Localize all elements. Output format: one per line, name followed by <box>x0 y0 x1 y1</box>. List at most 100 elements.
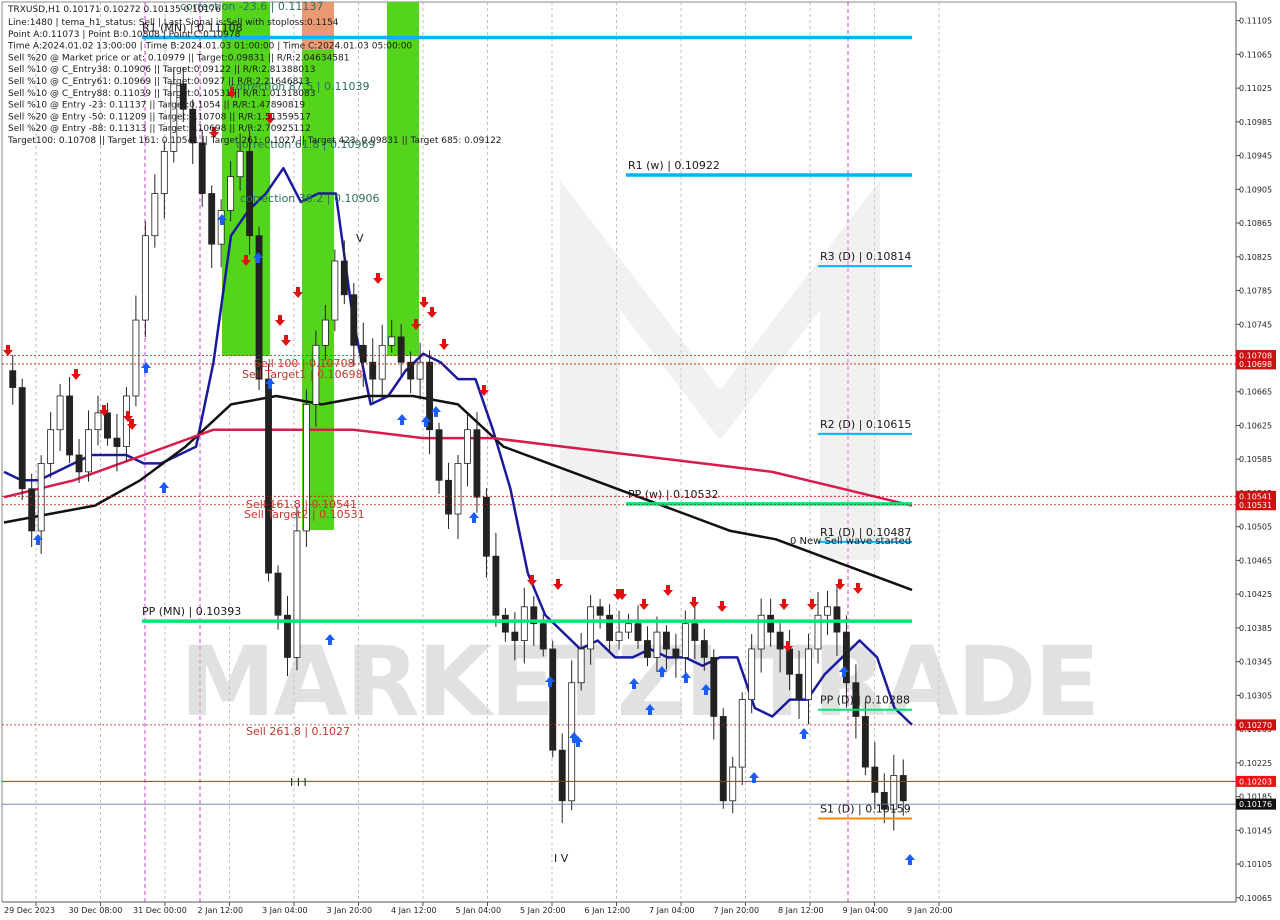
candle-body <box>85 429 92 473</box>
price-tag-label: 0.10698 <box>1239 360 1272 369</box>
watermark-text: MARKETZI TRADE <box>180 626 1100 738</box>
time-tick-label: 2 Jan 12:00 <box>198 906 244 915</box>
candle-body <box>208 193 216 245</box>
price-tag-label: 0.10176 <box>1239 800 1272 809</box>
time-tick-label: 9 Jan 04:00 <box>843 906 889 915</box>
candle-body <box>871 766 879 793</box>
price-tick-label: 0.10425 <box>1239 590 1272 599</box>
candle-body <box>265 378 272 574</box>
candle-body <box>805 648 812 700</box>
candle-body <box>738 699 746 768</box>
candle-body <box>681 623 689 658</box>
symbol-line: TRXUSD,H1 0.10171 0.10272 0.10135 0.1017… <box>7 5 221 15</box>
candle-body <box>520 606 528 641</box>
candle-body <box>644 640 651 658</box>
candle-body <box>141 235 149 321</box>
candle-body <box>776 631 784 650</box>
candle-body <box>198 142 206 194</box>
time-tick-label: 7 Jan 04:00 <box>649 906 695 915</box>
candle-body <box>397 336 405 363</box>
candle-body <box>539 623 547 650</box>
candle-body <box>9 370 17 388</box>
pivot-level-label: PP (w) | 0.10532 <box>628 488 719 501</box>
candle-body <box>634 623 642 641</box>
pivot-level-label: R1 (w) | 0.10922 <box>628 159 720 172</box>
candle-body <box>861 716 869 768</box>
candle-body <box>615 631 623 641</box>
time-tick-label: 30 Dec 08:00 <box>69 906 123 915</box>
candle-body <box>113 437 121 447</box>
candle-body <box>274 572 282 616</box>
candle-body <box>511 631 519 641</box>
price-tick-label: 0.10625 <box>1239 421 1272 430</box>
price-tag-label: 0.10203 <box>1239 777 1272 786</box>
candle-body <box>236 150 244 178</box>
candle-body <box>132 319 140 397</box>
pivot-level-label: PP (D) | 0.10288 <box>820 694 910 707</box>
info-line: Time A:2024.01.02 13:00:00 | Time B:2024… <box>7 42 412 52</box>
candle-body <box>729 766 737 802</box>
price-tick-label: 0.10825 <box>1239 253 1272 262</box>
time-tick-label: 9 Jan 20:00 <box>907 906 953 915</box>
wave-iv-label: I V <box>554 852 569 865</box>
price-tick-label: 0.11065 <box>1239 50 1272 59</box>
price-tick-label: 0.10985 <box>1239 118 1272 127</box>
price-tick-label: 0.10145 <box>1239 826 1272 835</box>
sell-261-label: Sell 261.8 | 0.1027 <box>246 725 350 738</box>
candle-body <box>700 640 708 658</box>
candle-body <box>482 496 490 557</box>
time-tick-label: 31 Dec 00:00 <box>133 906 187 915</box>
candle-body <box>606 614 614 641</box>
candle-body <box>672 648 680 658</box>
info-line: Target100: 0.10708 || Target 161: 0.1054… <box>7 136 502 146</box>
time-axis: 29 Dec 2023 30 Dec 08:00 31 Dec 00:00 2 Jan… <box>0 901 1280 920</box>
price-tick-label: 0.10785 <box>1239 287 1272 296</box>
info-line: Sell %20 @ Entry -88: 0.11313 || Target:… <box>8 124 311 134</box>
candle-body <box>378 344 386 380</box>
price-tick-label: 0.10105 <box>1239 860 1272 869</box>
sell-target1-label: Sell Target1 | 0.10698 <box>242 368 363 381</box>
candle-body <box>662 631 670 650</box>
candle-body <box>37 463 45 532</box>
candle-body <box>56 395 64 431</box>
time-tick-label: 5 Jan 04:00 <box>456 906 502 915</box>
price-tick-label: 0.10385 <box>1239 624 1272 633</box>
candle-body <box>331 260 339 321</box>
info-line: Point A:0.11073 | Point B:0.10808 | Poin… <box>8 30 241 40</box>
price-chart[interactable]: MARKETZI TRADE R1 (MN) | 0.11108R1 (w) |… <box>0 0 1280 920</box>
pivot-level-label: PP (MN) | 0.10393 <box>142 605 241 618</box>
candle-body <box>454 463 462 515</box>
candle-body <box>94 412 102 431</box>
price-tick-label: 0.11105 <box>1239 17 1272 26</box>
time-tick-label: 7 Jan 20:00 <box>714 906 760 915</box>
candle-body <box>369 361 377 380</box>
time-tick-label: 4 Jan 12:00 <box>391 906 437 915</box>
candle-body <box>577 648 585 684</box>
candle-body <box>691 623 699 641</box>
info-line: Sell %10 @ C_Entry38: 0.10906 || Target:… <box>8 65 316 75</box>
candle-body <box>501 614 509 633</box>
candle-body <box>435 429 443 481</box>
price-tick-label: 0.10065 <box>1239 894 1272 903</box>
candle-body <box>350 294 358 346</box>
candle-body <box>160 150 168 194</box>
candle-body <box>321 319 329 346</box>
time-tick-label: 3 Jan 20:00 <box>327 906 373 915</box>
candle-body <box>625 623 632 633</box>
candle-body <box>293 530 301 658</box>
info-line: Sell %10 @ C_Entry88: 0.11039 || Target:… <box>8 89 316 99</box>
price-tick-label: 0.10745 <box>1239 320 1272 329</box>
price-tick-label: 0.10305 <box>1239 691 1272 700</box>
price-tick-label: 0.10945 <box>1239 152 1272 161</box>
wave-v-label: V <box>356 232 364 245</box>
candle-body <box>151 193 159 237</box>
correction-38-label: correction 38.2 | 0.10906 <box>240 192 379 205</box>
candle-body <box>587 606 595 650</box>
price-tick-label: 0.10465 <box>1239 556 1272 565</box>
candle-body <box>653 631 661 658</box>
candle-body <box>359 344 367 363</box>
candle-body <box>795 673 803 700</box>
sell-target2-label: Sell Target2 | 0.10531 <box>244 508 365 521</box>
candle-body <box>549 648 557 751</box>
candle-body <box>748 648 756 700</box>
